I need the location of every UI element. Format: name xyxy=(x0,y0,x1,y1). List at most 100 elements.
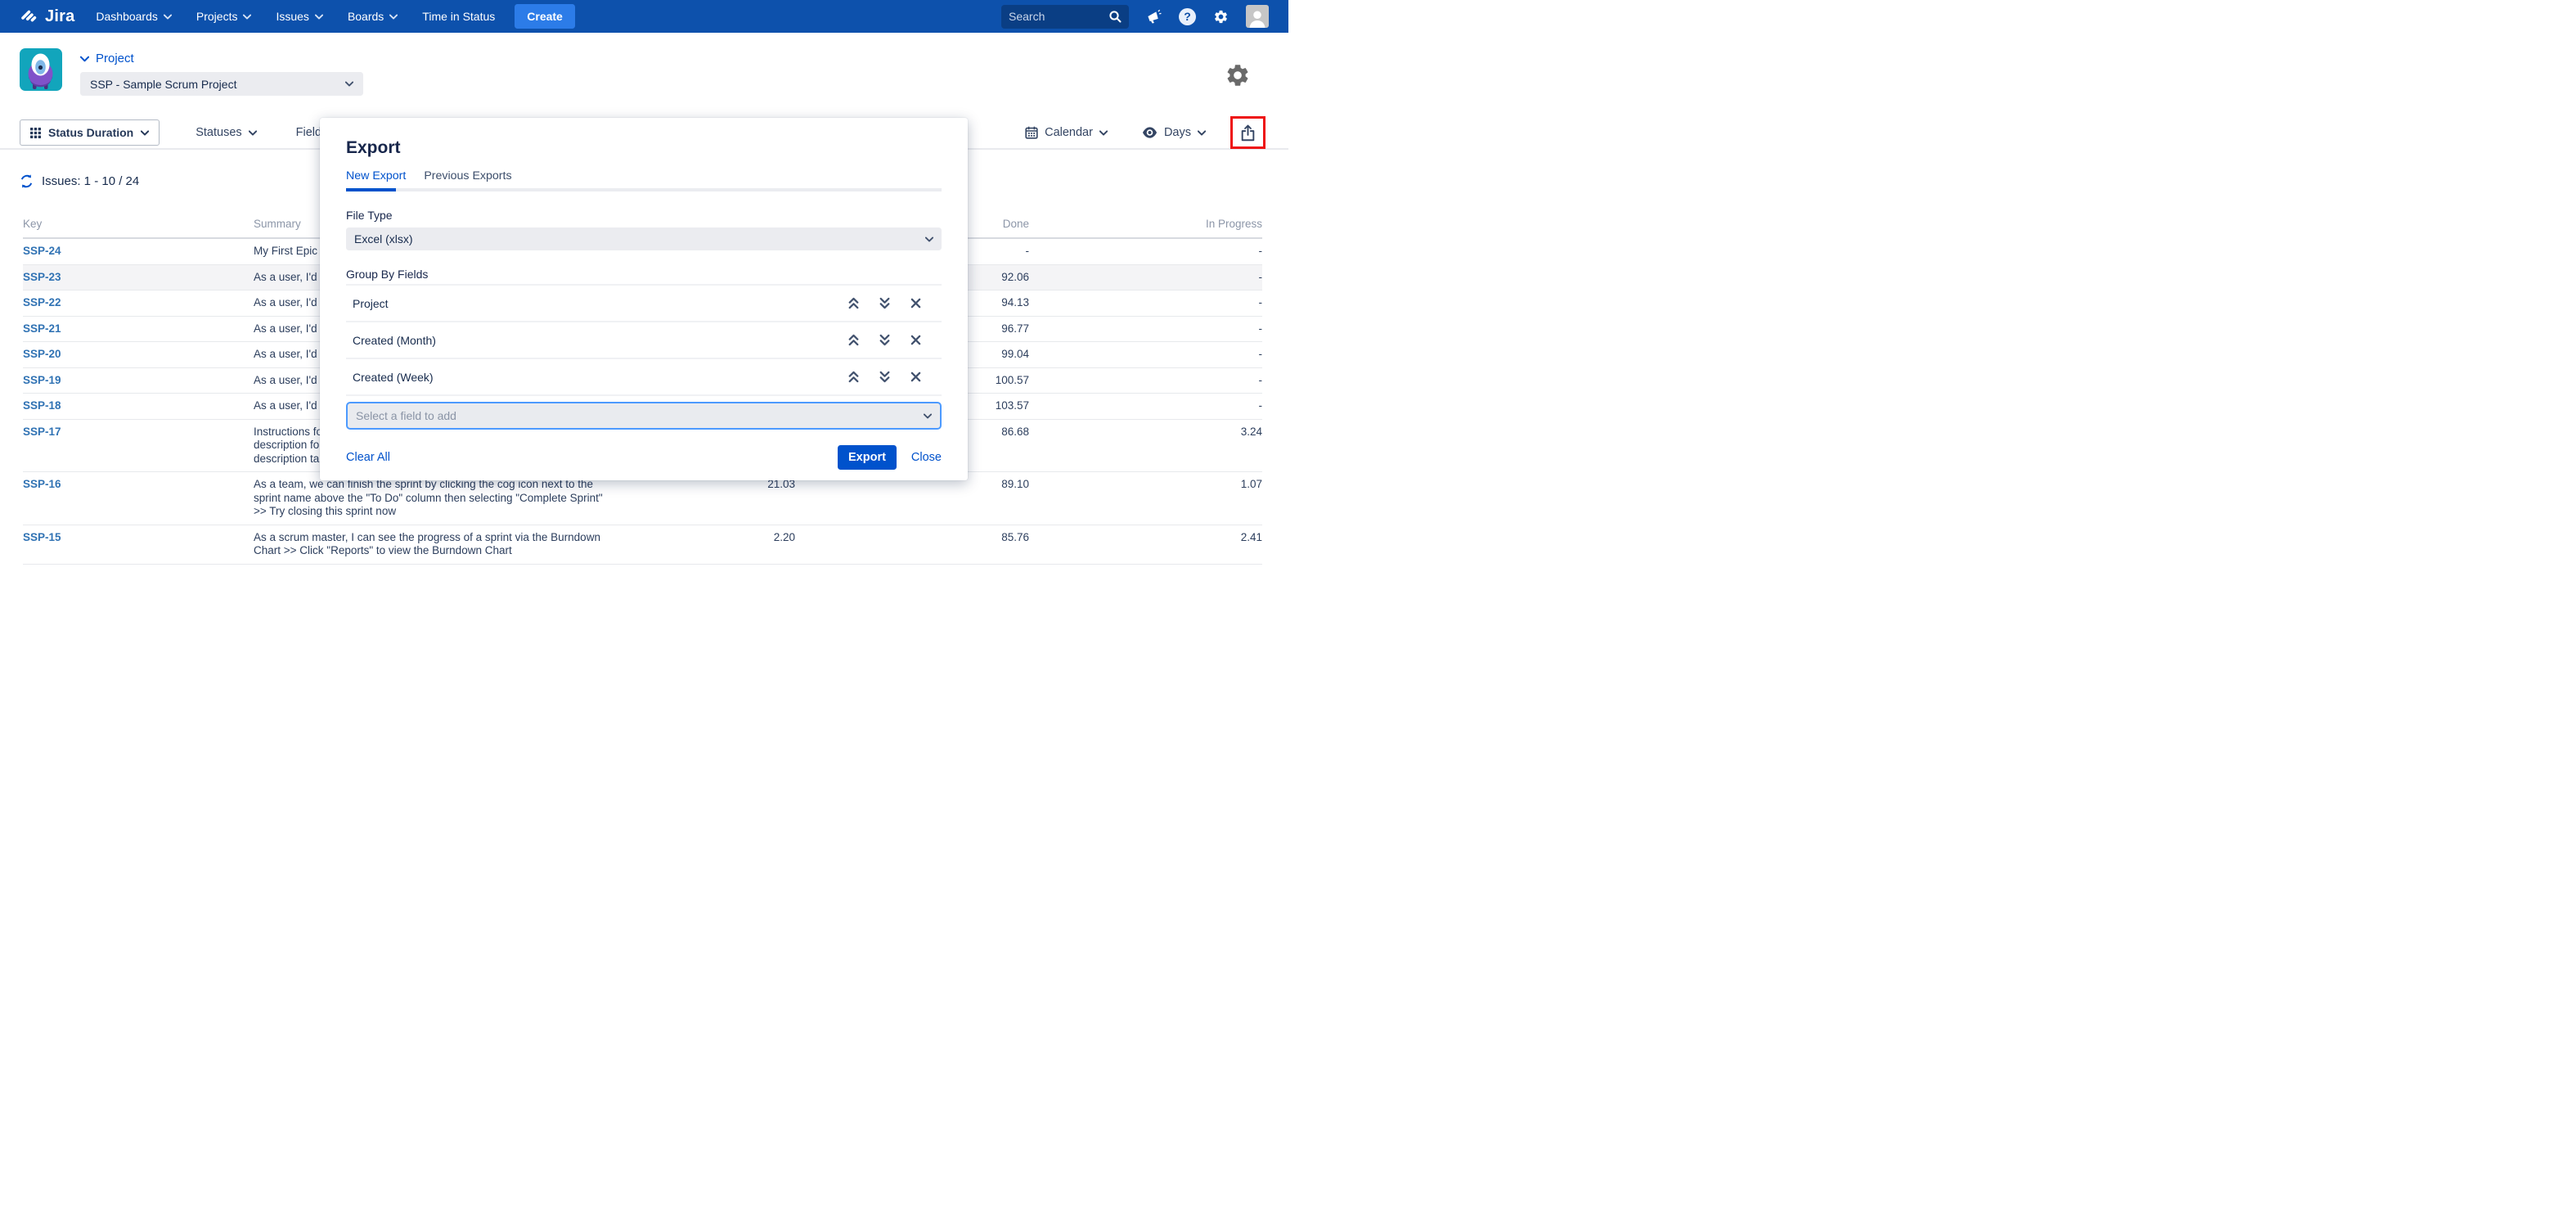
remove-field-icon[interactable] xyxy=(910,335,921,345)
search-icon[interactable] xyxy=(1108,10,1122,23)
jira-logo-icon xyxy=(20,7,40,27)
project-breadcrumb-label: Project xyxy=(96,52,134,65)
help-icon[interactable]: ? xyxy=(1179,8,1196,25)
issue-key-link[interactable]: SSP-16 xyxy=(23,478,254,519)
project-selector[interactable]: SSP - Sample Scrum Project xyxy=(80,72,363,96)
group-by-field-row: Created (Month) xyxy=(346,322,942,359)
move-up-icon[interactable] xyxy=(848,371,859,383)
export-submit-button[interactable]: Export xyxy=(838,445,897,470)
move-down-icon[interactable] xyxy=(879,334,890,346)
nav-item[interactable]: Boards xyxy=(348,10,398,23)
remove-field-icon[interactable] xyxy=(910,298,921,309)
project-avatar xyxy=(20,48,62,96)
clear-all-button[interactable]: Clear All xyxy=(346,451,390,464)
issue-key-link[interactable]: SSP-19 xyxy=(23,374,254,388)
issue-in-progress-value: - xyxy=(1029,296,1262,310)
col-header-in-progress[interactable]: In Progress xyxy=(1029,218,1262,230)
units-label: Days xyxy=(1164,126,1191,139)
project-selector-value: SSP - Sample Scrum Project xyxy=(90,78,236,91)
group-field-label: Created (Week) xyxy=(346,371,434,384)
issue-in-progress-value: 3.24 xyxy=(1029,426,1262,466)
export-dialog: Export New Export Previous Exports File … xyxy=(320,118,968,480)
statuses-label: Statuses xyxy=(196,126,241,139)
issue-in-progress-value: - xyxy=(1029,374,1262,388)
issue-key-link[interactable]: SSP-23 xyxy=(23,271,254,285)
add-field-select[interactable]: Select a field to add xyxy=(346,402,942,430)
top-navbar: Jira Dashboards Projects Issues Boards Time … xyxy=(0,0,1288,33)
col-header-key[interactable]: Key xyxy=(23,218,254,230)
table-row[interactable]: SSP-15 As a scrum master, I can see the … xyxy=(23,525,1262,565)
issue-key-link[interactable]: SSP-22 xyxy=(23,296,254,310)
calendar-label: Calendar xyxy=(1045,126,1093,139)
nav-item-label: Projects xyxy=(196,10,238,23)
move-down-icon[interactable] xyxy=(879,297,890,309)
issue-summary: As a team, we can finish the sprint by c… xyxy=(254,478,632,519)
settings-gear-icon[interactable] xyxy=(1213,9,1229,25)
issue-key-link[interactable]: SSP-18 xyxy=(23,399,254,413)
group-by-field-row: Project xyxy=(346,286,942,322)
search-box[interactable] xyxy=(1001,5,1129,29)
issue-summary: As a scrum master, I can see the progres… xyxy=(254,531,632,558)
issues-count: Issues: 1 - 10 / 24 xyxy=(42,174,139,188)
feedback-megaphone-icon[interactable] xyxy=(1146,9,1162,24)
tab-previous-exports[interactable]: Previous Exports xyxy=(424,169,511,182)
move-up-icon[interactable] xyxy=(848,334,859,346)
calendar-dropdown[interactable]: Calendar xyxy=(1025,126,1108,139)
search-input[interactable] xyxy=(1009,10,1108,23)
export-highlight-box xyxy=(1230,116,1266,149)
report-type-label: Status Duration xyxy=(48,126,133,139)
nav-menu: Dashboards Projects Issues Boards Time in St… xyxy=(96,10,495,23)
group-by-list: Project Created (Month) xyxy=(346,284,942,396)
file-type-label: File Type xyxy=(346,209,942,222)
nav-item[interactable]: Projects xyxy=(196,10,252,23)
project-breadcrumb[interactable]: Project xyxy=(80,52,363,65)
issue-col3-value: 21.03 xyxy=(632,478,795,519)
create-button[interactable]: Create xyxy=(515,4,575,29)
nav-item[interactable]: Issues xyxy=(276,10,322,23)
issue-in-progress-value: - xyxy=(1029,245,1262,259)
nav-item[interactable]: Time in Status xyxy=(422,10,495,23)
nav-item-label: Time in Status xyxy=(422,10,495,23)
nav-item-label: Issues xyxy=(276,10,308,23)
group-by-label: Group By Fields xyxy=(346,268,942,281)
close-button[interactable]: Close xyxy=(911,451,942,464)
issue-in-progress-value: 2.41 xyxy=(1029,531,1262,558)
issue-key-link[interactable]: SSP-21 xyxy=(23,322,254,336)
issue-in-progress-value: 1.07 xyxy=(1029,478,1262,519)
export-icon[interactable] xyxy=(1240,124,1256,142)
statuses-dropdown[interactable]: Statuses xyxy=(196,126,256,139)
group-field-label: Project xyxy=(346,297,389,310)
issue-key-link[interactable]: SSP-24 xyxy=(23,245,254,259)
jira-logo[interactable]: Jira xyxy=(20,7,74,27)
issue-done-value: 85.76 xyxy=(795,531,1029,558)
user-avatar[interactable] xyxy=(1246,5,1269,28)
page-settings-gear-icon[interactable] xyxy=(1225,62,1251,88)
group-by-field-row: Created (Week) xyxy=(346,359,942,396)
brand-text: Jira xyxy=(45,7,74,26)
issue-col3-value: 2.20 xyxy=(632,531,795,558)
nav-item[interactable]: Dashboards xyxy=(96,10,172,23)
issue-done-value: 89.10 xyxy=(795,478,1029,519)
issue-in-progress-value: - xyxy=(1029,399,1262,413)
units-dropdown[interactable]: Days xyxy=(1142,126,1206,139)
project-header: Project SSP - Sample Scrum Project xyxy=(0,33,1288,117)
eye-icon xyxy=(1142,127,1158,138)
file-type-value: Excel (xlsx) xyxy=(354,232,413,245)
group-field-label: Created (Month) xyxy=(346,334,436,347)
report-type-dropdown[interactable]: Status Duration xyxy=(20,119,160,146)
remove-field-icon[interactable] xyxy=(910,372,921,382)
nav-item-label: Dashboards xyxy=(96,10,158,23)
calendar-icon xyxy=(1025,126,1038,139)
nav-item-label: Boards xyxy=(348,10,384,23)
issue-key-link[interactable]: SSP-15 xyxy=(23,531,254,558)
issue-key-link[interactable]: SSP-17 xyxy=(23,426,254,466)
nav-right: ? xyxy=(1001,5,1269,29)
issue-in-progress-value: - xyxy=(1029,271,1262,285)
issue-key-link[interactable]: SSP-20 xyxy=(23,348,254,362)
issue-in-progress-value: - xyxy=(1029,322,1262,336)
tab-new-export[interactable]: New Export xyxy=(346,169,406,182)
refresh-icon[interactable] xyxy=(20,174,34,188)
move-down-icon[interactable] xyxy=(879,371,890,383)
file-type-select[interactable]: Excel (xlsx) xyxy=(346,227,942,250)
move-up-icon[interactable] xyxy=(848,297,859,309)
